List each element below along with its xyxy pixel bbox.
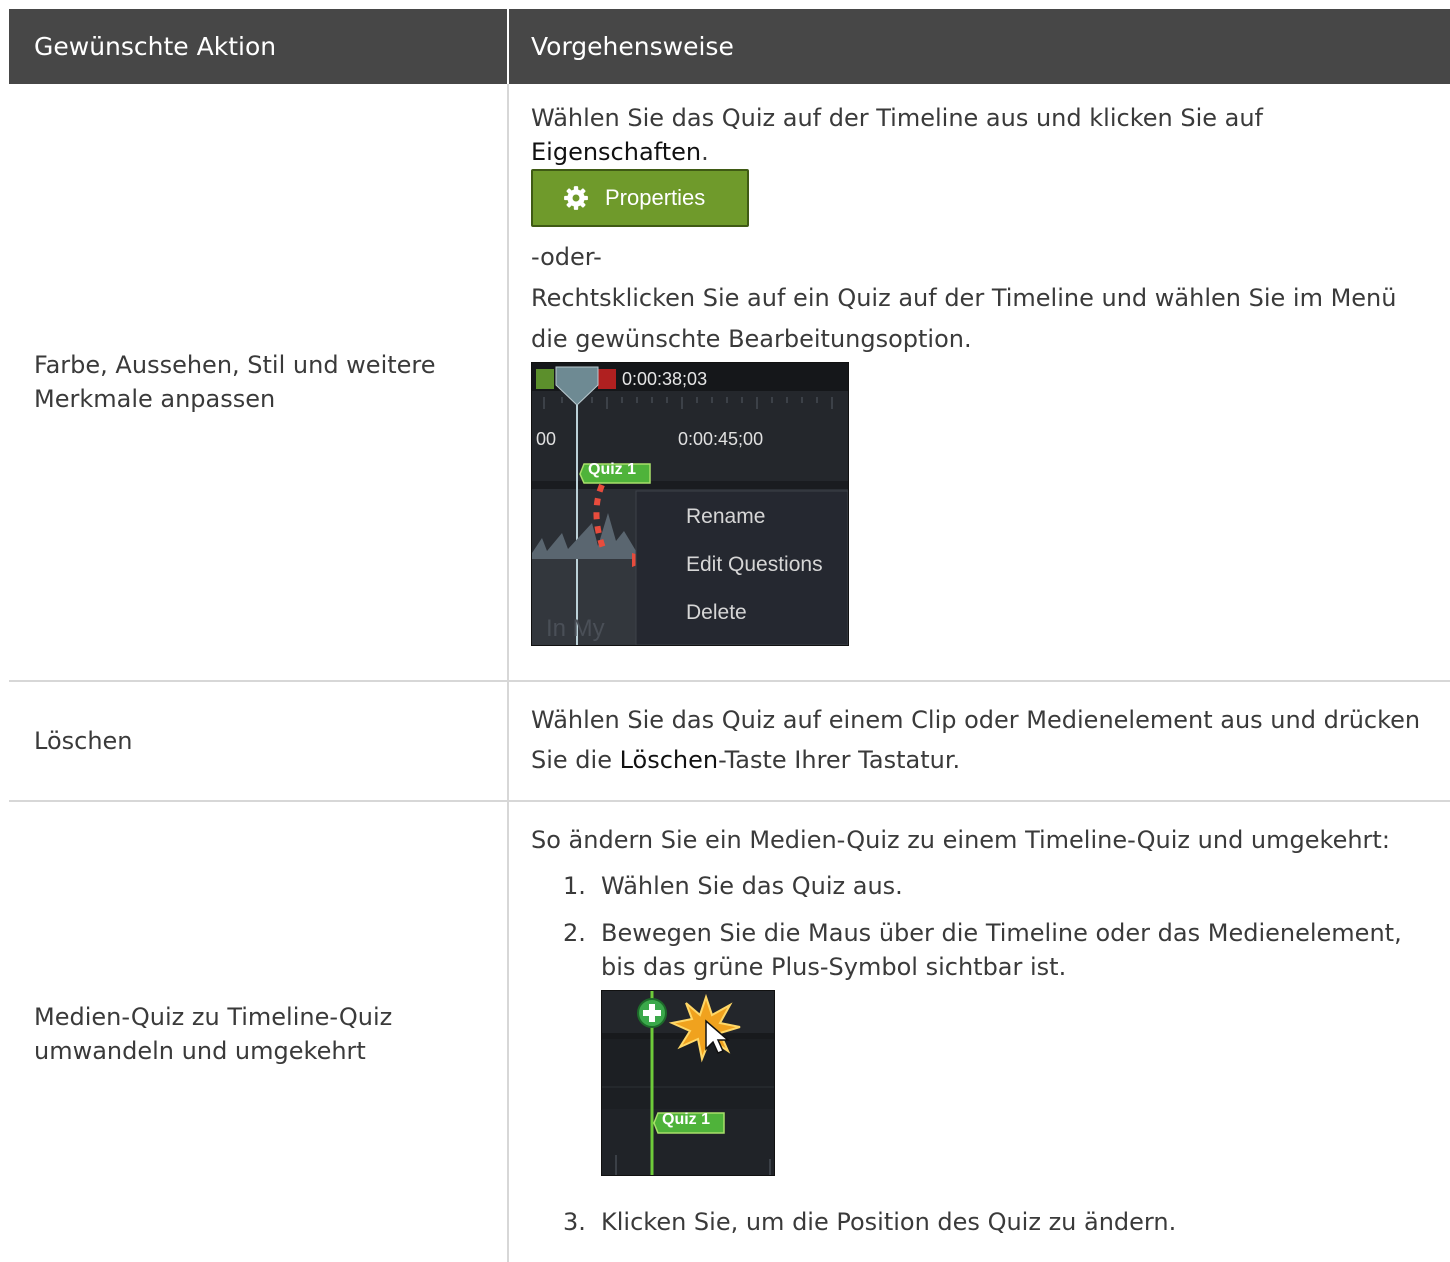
tick-label-right: 0:00:45;00: [678, 429, 764, 449]
menu-item-delete[interactable]: Delete: [686, 601, 747, 625]
properties-button[interactable]: Properties: [531, 169, 749, 227]
plus-symbol-graphic: [602, 991, 774, 1175]
line2-rest: -Taste Ihrer Tastatur.: [718, 746, 961, 774]
quiz-marker-label: Quiz 1: [588, 461, 637, 478]
row-procedure-line1: Wählen Sie das Quiz auf einem Clip oder …: [531, 706, 1421, 734]
column-divider: [507, 682, 509, 800]
background-clip-text: In My: [546, 615, 605, 642]
timecode-top: 0:00:38;03: [622, 369, 708, 389]
row-action-label: Löschen: [34, 727, 133, 755]
row-action-label: Farbe, Aussehen, Stil und weitere Merkma…: [34, 351, 436, 413]
header-procedure: Vorgehensweise: [531, 32, 734, 61]
table-row: Löschen Wählen Sie das Quiz auf einem Cl…: [9, 682, 1450, 802]
column-divider: [507, 802, 509, 1262]
menu-item-rename[interactable]: Rename: [686, 505, 765, 529]
plus-symbol-screenshot: Quiz 1: [601, 990, 775, 1176]
step-number: 2.: [563, 919, 586, 947]
line2-pre: Sie die: [531, 746, 620, 774]
procedure-table: Gewünschte Aktion Vorgehensweise Farbe, …: [9, 9, 1450, 1262]
step-number: 3.: [563, 1208, 586, 1236]
step-text: Wählen Sie das Quiz aus.: [601, 872, 903, 900]
gear-icon: [564, 186, 588, 210]
header-action: Gewünschte Aktion: [34, 32, 277, 61]
header-divider: [507, 9, 509, 84]
table-row: Medien-Quiz zu Timeline-Quiz umwandeln u…: [9, 802, 1450, 1262]
tick-label-left: 00: [536, 429, 557, 449]
column-divider: [507, 84, 509, 680]
table-header: Gewünschte Aktion Vorgehensweise: [9, 9, 1450, 84]
row-procedure-intro: So ändern Sie ein Medien-Quiz zu einem T…: [531, 826, 1390, 854]
row-procedure-line2: Sie die Löschen-Taste Ihrer Tastatur.: [531, 740, 1436, 781]
step-text: Bewegen Sie die Maus über die Timeline o…: [601, 919, 1402, 981]
row-action-label: Medien-Quiz zu Timeline-Quiz umwandeln u…: [34, 1003, 393, 1065]
line2-rest: .: [701, 138, 709, 166]
context-menu-screenshot: 0:00:38;03 00 0:00:45;00 Quiz 1 In My Re…: [531, 362, 849, 646]
properties-term: Eigenschaften: [531, 138, 702, 166]
row-procedure-line2: Eigenschaften.: [531, 132, 1436, 173]
quiz-marker-label: Quiz 1: [662, 1111, 711, 1128]
or-separator: -oder-: [531, 243, 602, 271]
context-menu: Rename Edit Questions Delete: [636, 491, 848, 645]
delete-key-term: Löschen: [619, 746, 719, 774]
table-row: Farbe, Aussehen, Stil und weitere Merkma…: [9, 84, 1450, 682]
step-number: 1.: [563, 872, 586, 900]
menu-item-edit-questions[interactable]: Edit Questions: [686, 553, 823, 577]
step-text: Klicken Sie, um die Position des Quiz zu…: [601, 1208, 1177, 1236]
properties-button-label: Properties: [605, 185, 706, 210]
row-procedure-line3: Rechtsklicken Sie auf ein Quiz auf der T…: [531, 284, 1397, 353]
